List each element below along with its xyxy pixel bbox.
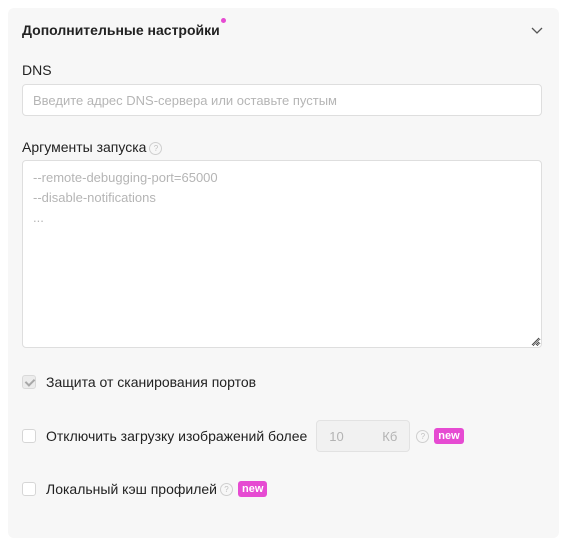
port-scan-label: Защита от сканирования портов (46, 374, 257, 390)
image-size-input[interactable]: 10 Кб (316, 420, 411, 452)
new-indicator-dot (221, 18, 226, 23)
question-circle-icon[interactable]: ? (219, 482, 233, 496)
chevron-down-icon[interactable] (531, 26, 543, 36)
local-cache-checkbox[interactable] (22, 482, 36, 496)
port-scan-checkbox[interactable] (22, 375, 36, 389)
section-header[interactable]: Дополнительные настройки (22, 18, 545, 42)
launch-args-label-text: Аргументы запуска (22, 139, 147, 155)
disable-images-checkbox[interactable] (22, 429, 36, 443)
local-cache-option[interactable]: Локальный кэш профилей ? new (22, 473, 268, 505)
image-size-unit: Кб (382, 428, 398, 444)
launch-args-textarea[interactable] (22, 160, 542, 348)
disable-images-label: Отключить загрузку изображений более (46, 428, 308, 444)
question-circle-icon[interactable]: ? (149, 141, 163, 155)
advanced-settings-panel: Дополнительные настройки DNS Аргументы з… (8, 8, 559, 538)
question-circle-icon[interactable]: ? (416, 429, 430, 443)
port-scan-option[interactable]: Защита от сканирования портов (22, 366, 256, 398)
section-title: Дополнительные настройки (22, 22, 220, 38)
dns-label: DNS (22, 62, 52, 78)
new-badge: new (434, 428, 464, 444)
disable-images-option[interactable]: Отключить загрузку изображений более 10 … (22, 420, 464, 452)
resize-grip-icon[interactable] (531, 337, 540, 346)
launch-args-label: Аргументы запуска? (22, 139, 163, 155)
new-badge: new (237, 481, 268, 497)
image-size-value: 10 (329, 428, 344, 444)
dns-input[interactable] (22, 84, 542, 116)
local-cache-label: Локальный кэш профилей (46, 481, 217, 497)
